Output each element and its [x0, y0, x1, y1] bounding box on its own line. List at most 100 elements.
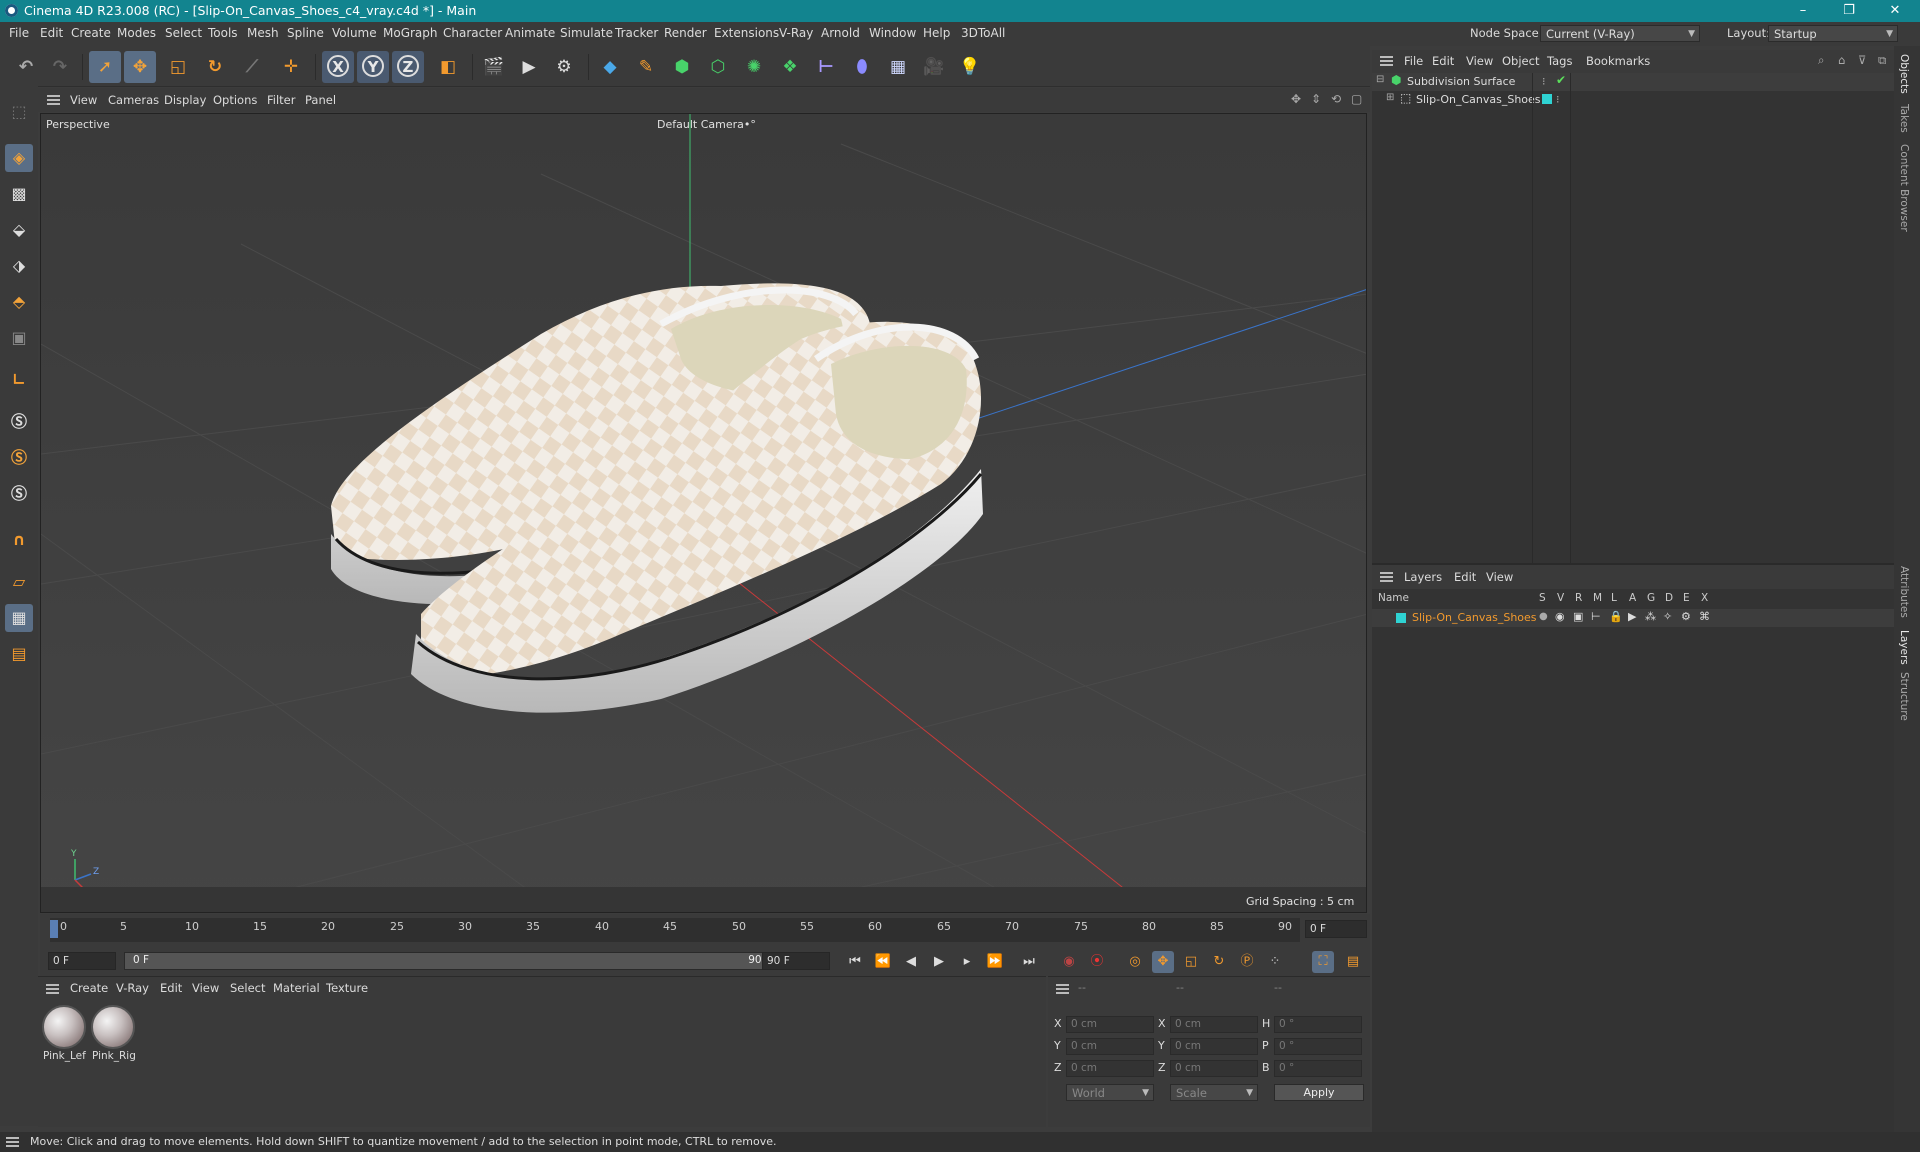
layer-name[interactable]: Slip-On_Canvas_Shoes: [1412, 611, 1537, 624]
y-axis-lock-button[interactable]: Y: [357, 51, 389, 83]
field-icon[interactable]: ⬮: [846, 51, 878, 83]
tab-attributes[interactable]: Attributes: [1898, 566, 1910, 618]
new-window-icon[interactable]: ⧉: [1878, 53, 1886, 68]
hamburger-menu-icon[interactable]: [47, 95, 60, 105]
obj-menu-bookmarks[interactable]: Bookmarks: [1586, 54, 1650, 68]
restore-button[interactable]: ❐: [1826, 0, 1872, 22]
menu-help[interactable]: Help: [923, 26, 950, 40]
redo-icon[interactable]: ↷: [44, 51, 76, 83]
menu-mograph[interactable]: MoGraph: [383, 26, 438, 40]
menu-render[interactable]: Render: [664, 26, 707, 40]
mat-menu-texture[interactable]: Texture: [326, 981, 368, 995]
tab-structure[interactable]: Structure: [1898, 672, 1910, 721]
material-swatch-pink-right[interactable]: [91, 1005, 135, 1049]
tab-takes[interactable]: Takes: [1898, 104, 1910, 133]
layers-menu-layers[interactable]: Layers: [1404, 570, 1442, 584]
coordinate-add-icon[interactable]: ✛: [275, 51, 307, 83]
camera-name-label[interactable]: Default Camera•°: [657, 118, 756, 131]
menu-spline[interactable]: Spline: [287, 26, 324, 40]
tree-collapse-icon[interactable]: ⊟: [1376, 74, 1384, 85]
layer-animation-icon[interactable]: ▶: [1628, 610, 1636, 623]
snap-settings-icon[interactable]: Ⓢ: [5, 444, 33, 472]
visibility-dots-icon[interactable]: ⁝: [1542, 75, 1546, 88]
mat-menu-view[interactable]: View: [192, 981, 219, 995]
pan-view-icon[interactable]: ✥: [1291, 92, 1301, 106]
menu-create[interactable]: Create: [71, 26, 111, 40]
go-to-start-icon[interactable]: ⏮: [844, 951, 866, 973]
position-x-field[interactable]: 0 cm: [1066, 1016, 1154, 1033]
key-scale-icon[interactable]: ◱: [1180, 951, 1202, 973]
menu-animate[interactable]: Animate: [505, 26, 555, 40]
search-icon[interactable]: ⌕: [1818, 53, 1824, 68]
record-keys-icon[interactable]: ◉: [1058, 951, 1080, 973]
make-editable-icon[interactable]: ⬚: [5, 98, 33, 126]
deformer-bend-icon[interactable]: ⊢: [810, 51, 842, 83]
hamburger-menu-icon[interactable]: [1056, 984, 1069, 994]
polygons-mode-icon[interactable]: ⬘: [5, 288, 33, 316]
timeline-ruler[interactable]: 0 5 10 15 20 25 30 35 40 45 50 55 60 65 …: [40, 914, 1370, 946]
tab-objects[interactable]: Objects: [1898, 54, 1910, 94]
play-icon[interactable]: ▶: [928, 951, 950, 973]
next-key-icon[interactable]: ⏩: [984, 951, 1006, 973]
layer-manager-icon[interactable]: ⊢: [1591, 610, 1601, 623]
node-space-dropdown[interactable]: Current (V-Ray) ▼: [1540, 25, 1700, 42]
rotate-tool-icon[interactable]: ↻: [199, 51, 231, 83]
model-mode-icon[interactable]: ◈: [5, 144, 33, 172]
mat-menu-material[interactable]: Material: [273, 981, 320, 995]
next-frame-icon[interactable]: ▸: [956, 951, 978, 973]
vp-menu-display[interactable]: Display: [164, 93, 206, 107]
current-frame-marker[interactable]: [50, 920, 58, 938]
vp-menu-panel[interactable]: Panel: [305, 93, 336, 107]
size-mode-dropdown[interactable]: Scale ▼: [1170, 1084, 1258, 1101]
obj-menu-view[interactable]: View: [1466, 54, 1493, 68]
perspective-viewport[interactable]: Perspective Default Camera•° Y Z X Grid …: [40, 113, 1367, 913]
tab-layers[interactable]: Layers: [1898, 630, 1910, 665]
spline-pen-icon[interactable]: ✎: [630, 51, 662, 83]
obj-menu-edit[interactable]: Edit: [1432, 54, 1454, 68]
hamburger-menu-icon[interactable]: [6, 1137, 19, 1147]
vp-menu-filter[interactable]: Filter: [267, 93, 295, 107]
rotation-h-field[interactable]: 0 °: [1274, 1016, 1362, 1033]
home-icon[interactable]: ⌂: [1838, 53, 1845, 67]
menu-extensions[interactable]: Extensions: [714, 26, 779, 40]
go-to-end-icon[interactable]: ⏭: [1018, 951, 1040, 973]
key-parameter-icon[interactable]: Ⓟ: [1236, 951, 1258, 973]
layer-visible-eye-icon[interactable]: ◉: [1555, 610, 1565, 623]
minimize-button[interactable]: –: [1780, 0, 1826, 22]
move-tool-icon[interactable]: ✥: [124, 51, 156, 83]
snap-s-icon[interactable]: Ⓢ: [5, 408, 33, 436]
render-settings-icon[interactable]: ⚙: [548, 51, 580, 83]
layer-row[interactable]: Slip-On_Canvas_Shoes ● ◉ ▣ ⊢ 🔒 ▶ ⁂ ✧ ⚙ ⌘: [1372, 609, 1894, 627]
menu-mesh[interactable]: Mesh: [247, 26, 279, 40]
workplane-icon[interactable]: ▱: [5, 568, 33, 596]
coordinate-space-dropdown[interactable]: World ▼: [1066, 1084, 1154, 1101]
scale-tool-icon[interactable]: ◱: [162, 51, 194, 83]
menu-edit[interactable]: Edit: [40, 26, 63, 40]
mat-menu-create[interactable]: Create: [70, 981, 108, 995]
extrude-generator-icon[interactable]: ⬡: [702, 51, 734, 83]
menu-simulate[interactable]: Simulate: [560, 26, 613, 40]
obj-menu-file[interactable]: File: [1404, 54, 1423, 68]
layer-render-icon[interactable]: ▣: [1573, 610, 1583, 623]
object-row-subdivision[interactable]: ⊟ ⬢ Subdivision Surface ⁝ ✔: [1372, 73, 1894, 91]
apply-button[interactable]: Apply: [1274, 1084, 1364, 1101]
menu-volume[interactable]: Volume: [332, 26, 377, 40]
select-arrow-icon[interactable]: ➚: [89, 51, 121, 83]
points-mode-icon[interactable]: ⬙: [5, 216, 33, 244]
current-frame-field[interactable]: 0 F: [1305, 920, 1367, 938]
menu-tools[interactable]: Tools: [208, 26, 238, 40]
previous-key-icon[interactable]: ⏪: [872, 951, 894, 973]
obj-menu-object[interactable]: Object: [1502, 54, 1539, 68]
key-position-icon[interactable]: ✥: [1152, 951, 1174, 973]
array-icon[interactable]: ❖: [774, 51, 806, 83]
layer-generators-icon[interactable]: ⁂: [1645, 610, 1656, 623]
vp-menu-cameras[interactable]: Cameras: [108, 93, 159, 107]
keyframe-selection-icon[interactable]: ◎: [1124, 951, 1146, 973]
solo-mode-icon[interactable]: Ⓢ: [5, 480, 33, 508]
rotation-b-field[interactable]: 0 °: [1274, 1060, 1362, 1077]
close-button[interactable]: ✕: [1872, 0, 1918, 22]
motion-mode-icon[interactable]: ⛶: [1312, 951, 1334, 973]
rotate-view-icon[interactable]: ⟲: [1331, 92, 1341, 106]
hamburger-menu-icon[interactable]: [1380, 56, 1393, 66]
cube-primitive-icon[interactable]: ◆: [594, 51, 626, 83]
